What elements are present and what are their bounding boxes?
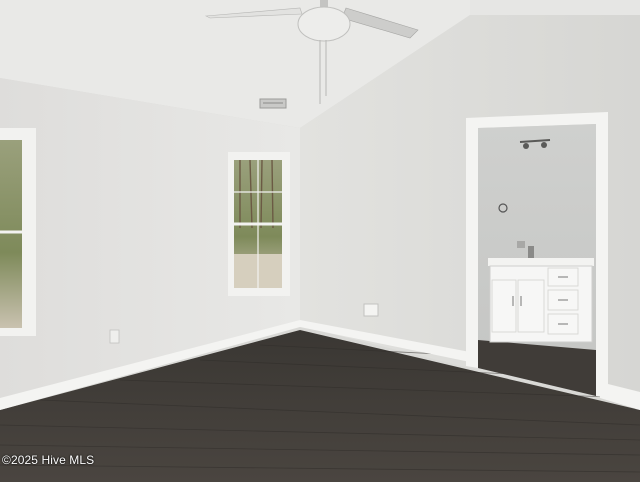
room-photo: ©2025 Hive MLS [0,0,640,482]
room-illustration [0,0,640,482]
watermark: ©2025 Hive MLS [2,453,95,467]
small-outlet [109,329,120,344]
bathroom-vanity [488,258,594,343]
wall-outlet [363,303,379,317]
left-window-glass [0,140,22,328]
